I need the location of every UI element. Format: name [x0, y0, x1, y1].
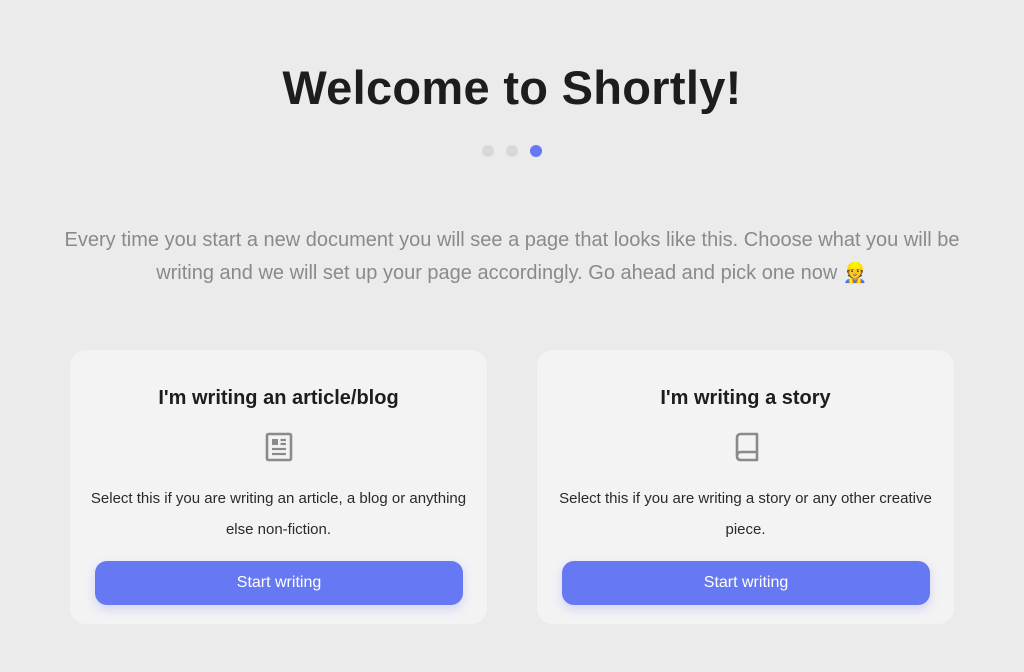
step-dot-2[interactable]: [506, 145, 518, 157]
story-card-title: I'm writing a story: [660, 387, 831, 409]
page-title: Welcome to Shortly!: [282, 61, 742, 114]
article-card-title: I'm writing an article/blog: [158, 387, 399, 409]
step-indicator: [0, 145, 1024, 157]
article-card: I'm writing an article/blog Select this …: [70, 350, 487, 624]
book-icon: [735, 432, 758, 462]
step-dot-3-active[interactable]: [530, 145, 542, 157]
story-card: I'm writing a story Select this if you a…: [537, 350, 954, 624]
start-writing-article-button[interactable]: Start writing: [95, 561, 463, 605]
article-card-description: Select this if you are writing an articl…: [90, 490, 467, 538]
start-writing-story-button[interactable]: Start writing: [562, 561, 930, 605]
story-card-description: Select this if you are writing a story o…: [559, 490, 932, 538]
article-icon: [265, 432, 292, 462]
step-dot-1[interactable]: [482, 145, 494, 157]
intro-text: Every time you start a new document you …: [64, 229, 960, 284]
